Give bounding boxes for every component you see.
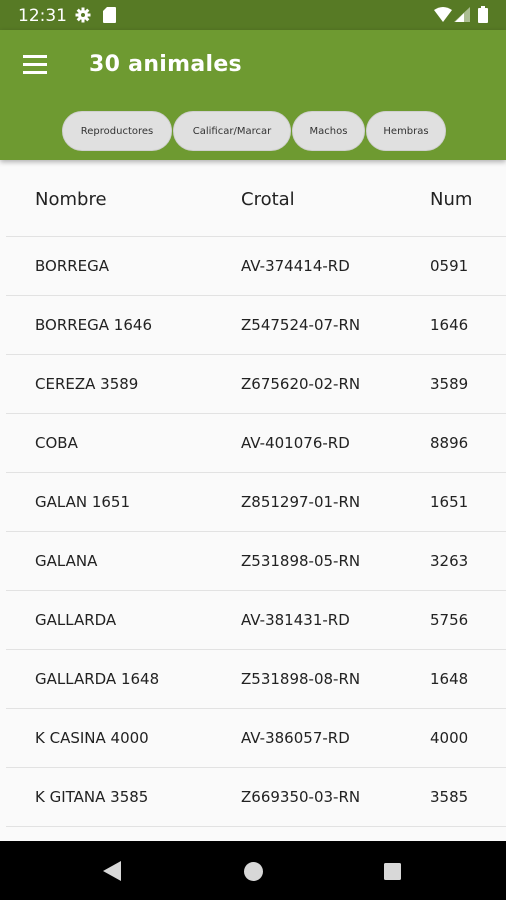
table-row[interactable]: GALANA Z531898-05-RN 3263 bbox=[6, 532, 506, 591]
chip-machos[interactable]: Machos bbox=[292, 111, 365, 151]
status-bar: 12:31 bbox=[0, 0, 506, 30]
table-row[interactable]: BORREGA AV-374414-RD 0591 bbox=[6, 237, 506, 296]
hamburger-menu-icon[interactable] bbox=[22, 53, 48, 77]
sd-card-icon bbox=[103, 7, 116, 23]
header-crotal[interactable]: Crotal bbox=[241, 189, 295, 210]
navigation-bar bbox=[0, 841, 506, 900]
cell-nombre: GALLARDA 1648 bbox=[35, 670, 160, 688]
table-row[interactable]: CEREZA 3589 Z675620-02-RN 3589 bbox=[6, 355, 506, 414]
cell-crotal: Z547524-07-RN bbox=[241, 316, 361, 334]
table-header: Nombre Crotal Num bbox=[6, 160, 506, 237]
cell-nombre: K CASINA 4000 bbox=[35, 729, 149, 747]
table-row[interactable]: K CASINA 4000 AV-386057-RD 4000 bbox=[6, 709, 506, 768]
cell-crotal: Z851297-01-RN bbox=[241, 493, 361, 511]
cell-num: 8896 bbox=[430, 434, 469, 452]
chip-hembras[interactable]: Hembras bbox=[366, 111, 446, 151]
cell-crotal: AV-386057-RD bbox=[241, 729, 350, 747]
status-time: 12:31 bbox=[18, 6, 67, 26]
cell-num: 4000 bbox=[430, 729, 469, 747]
signal-icon bbox=[454, 7, 470, 22]
cell-crotal: AV-401076-RD bbox=[241, 434, 350, 452]
cell-crotal: Z675620-02-RN bbox=[241, 375, 361, 393]
cell-num: 1646 bbox=[430, 316, 469, 334]
cell-crotal: Z531898-05-RN bbox=[241, 552, 361, 570]
cell-crotal: Z531898-08-RN bbox=[241, 670, 361, 688]
cell-num: 1648 bbox=[430, 670, 469, 688]
cell-num: 3585 bbox=[430, 788, 469, 806]
header-num[interactable]: Num bbox=[430, 189, 472, 210]
battery-icon bbox=[478, 6, 488, 23]
recents-icon[interactable] bbox=[384, 863, 401, 880]
cell-nombre: COBA bbox=[35, 434, 78, 452]
chip-calificar-marcar[interactable]: Calificar/Marcar bbox=[173, 111, 291, 151]
animals-table: Nombre Crotal Num BORREGA AV-374414-RD 0… bbox=[6, 160, 506, 827]
cell-crotal: AV-381431-RD bbox=[241, 611, 350, 629]
gear-icon bbox=[75, 7, 91, 23]
table-row[interactable]: BORREGA 1646 Z547524-07-RN 1646 bbox=[6, 296, 506, 355]
cell-nombre: CEREZA 3589 bbox=[35, 375, 139, 393]
table-row[interactable]: K GITANA 3585 Z669350-03-RN 3585 bbox=[6, 768, 506, 827]
table-row[interactable]: COBA AV-401076-RD 8896 bbox=[6, 414, 506, 473]
cell-nombre: K GITANA 3585 bbox=[35, 788, 149, 806]
page-title: 30 animales bbox=[89, 52, 242, 77]
header-nombre[interactable]: Nombre bbox=[35, 189, 107, 210]
back-icon[interactable] bbox=[103, 861, 121, 881]
cell-nombre: BORREGA 1646 bbox=[35, 316, 152, 334]
table-row[interactable]: GALLARDA AV-381431-RD 5756 bbox=[6, 591, 506, 650]
cell-nombre: GALAN 1651 bbox=[35, 493, 131, 511]
cell-num: 3263 bbox=[430, 552, 469, 570]
cell-nombre: GALLARDA bbox=[35, 611, 117, 629]
cell-num: 5756 bbox=[430, 611, 469, 629]
cell-nombre: BORREGA bbox=[35, 257, 110, 275]
wifi-icon bbox=[434, 7, 452, 22]
cell-num: 1651 bbox=[430, 493, 469, 511]
cell-num: 0591 bbox=[430, 257, 469, 275]
table-row[interactable]: GALAN 1651 Z851297-01-RN 1651 bbox=[6, 473, 506, 532]
table-row[interactable]: GALLARDA 1648 Z531898-08-RN 1648 bbox=[6, 650, 506, 709]
chip-reproductores[interactable]: Reproductores bbox=[62, 111, 172, 151]
cell-num: 3589 bbox=[430, 375, 469, 393]
home-icon[interactable] bbox=[244, 862, 263, 881]
cell-crotal: AV-374414-RD bbox=[241, 257, 350, 275]
cell-crotal: Z669350-03-RN bbox=[241, 788, 361, 806]
app-bar: 30 animales Reproductores Calificar/Marc… bbox=[0, 30, 506, 160]
cell-nombre: GALANA bbox=[35, 552, 98, 570]
